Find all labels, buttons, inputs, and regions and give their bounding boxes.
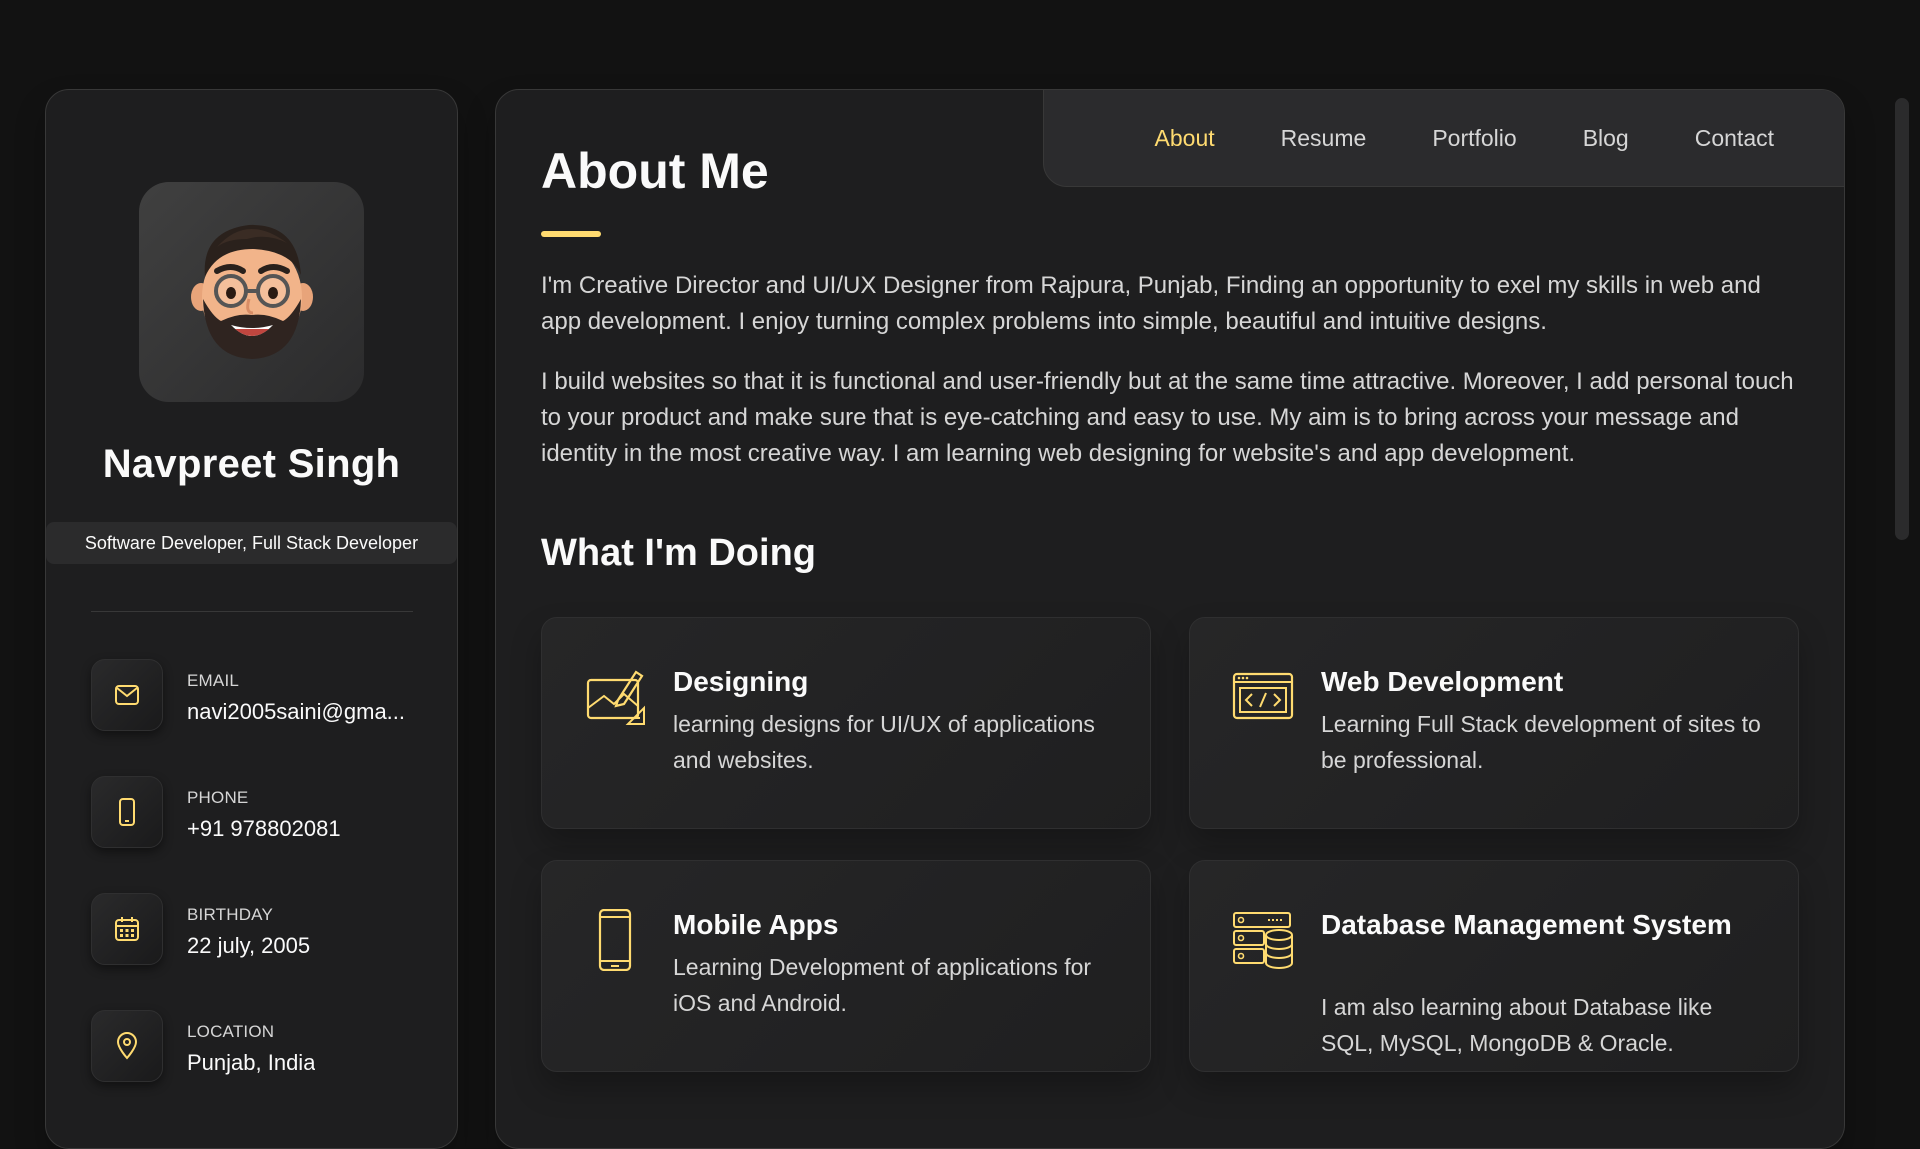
profile-title-badge: Software Developer, Full Stack Developer [46, 522, 457, 564]
contact-email-label: Email [187, 671, 240, 690]
navbar: About Resume Portfolio Blog Contact [1043, 90, 1844, 187]
sidebar: Navpreet Singh Software Developer, Full … [45, 89, 458, 1149]
nav-contact[interactable]: Contact [1695, 125, 1774, 152]
main-content: About Resume Portfolio Blog Contact Abou… [495, 89, 1845, 1149]
database-icon [1233, 912, 1293, 969]
service-card-database: Database Management System I am also lea… [1189, 860, 1799, 1072]
about-title: About Me [541, 143, 769, 199]
mobile-icon [598, 909, 632, 971]
contact-email-link[interactable]: navi2005saini@gma... [187, 699, 405, 725]
avatar [139, 182, 364, 402]
service-text: Learning Development of applications for… [673, 954, 1092, 1016]
service-card-mobile-apps: Mobile Apps Learning Development of appl… [541, 860, 1151, 1072]
contact-phone-link[interactable]: +91 978802081 [187, 816, 341, 842]
title-underline [541, 231, 601, 237]
service-text: learning designs for UI/UX of applicatio… [673, 711, 1095, 773]
location-pin-icon [91, 1010, 163, 1082]
code-window-icon [1232, 672, 1294, 720]
service-card-web-development: Web Development Learning Full Stack deve… [1189, 617, 1799, 829]
about-paragraph-1: I'm Creative Director and UI/UX Designer… [541, 272, 1761, 335]
mail-icon [91, 659, 163, 731]
service-card-designing: Designing learning designs for UI/UX of … [541, 617, 1151, 829]
nav-blog[interactable]: Blog [1583, 125, 1629, 152]
nav-resume[interactable]: Resume [1281, 125, 1367, 152]
phone-icon [91, 776, 163, 848]
services-title: What I'm Doing [541, 532, 816, 574]
contact-birthday: Birthday 22 july, 2005 [91, 893, 431, 973]
nav-about[interactable]: About [1155, 125, 1215, 152]
profile-name: Navpreet Singh [102, 442, 401, 486]
service-text: I am also learning about Database like S… [1321, 994, 1713, 1056]
about-paragraph-2: I build websites so that it is functiona… [541, 368, 1794, 467]
contact-phone: Phone +91 978802081 [91, 776, 431, 856]
service-title: Web Development [1321, 666, 1564, 697]
contact-email: Email navi2005saini@gma... [91, 659, 431, 739]
service-title: Mobile Apps [673, 909, 839, 940]
service-title: Designing [673, 666, 809, 697]
memoji-avatar-icon [190, 224, 313, 359]
contact-location-value: Punjab, India [187, 1050, 316, 1075]
calendar-icon [91, 893, 163, 965]
contact-birthday-value: 22 july, 2005 [187, 933, 311, 958]
sidebar-separator [91, 611, 413, 612]
service-text: Learning Full Stack development of sites… [1321, 711, 1761, 773]
nav-portfolio[interactable]: Portfolio [1432, 125, 1516, 152]
design-icon [586, 670, 645, 725]
contact-phone-label: Phone [187, 788, 249, 807]
contact-location: Location Punjab, India [91, 1010, 431, 1090]
contact-location-label: Location [187, 1022, 275, 1041]
scrollbar-thumb[interactable] [1895, 98, 1909, 540]
contact-birthday-label: Birthday [187, 905, 273, 924]
service-title: Database Management System [1321, 909, 1732, 940]
